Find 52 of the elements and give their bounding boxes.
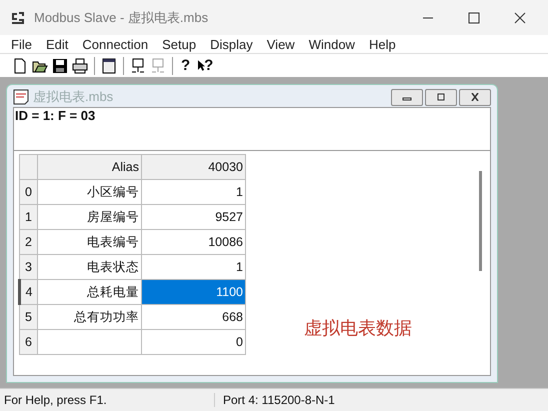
table-cell: 小区编号 (38, 180, 142, 204)
cursor-icon (198, 60, 206, 71)
menu-item[interactable]: Connection (75, 36, 156, 52)
table-cell: 总耗电量 (38, 280, 142, 304)
menu-item[interactable]: File (4, 36, 39, 52)
menu-item[interactable]: Edit (38, 36, 76, 52)
table-cell[interactable]: 1 (142, 180, 246, 204)
table-cell: 电表状态 (38, 254, 142, 280)
window-icon[interactable] (101, 58, 117, 74)
document-icon (13, 89, 29, 105)
menu-item[interactable]: Help (362, 36, 403, 52)
menu-item[interactable]: Display (203, 36, 260, 52)
table-cell: 电表编号 (38, 230, 142, 254)
window-title: Modbus Slave - 虚拟电表.mbs (34, 8, 208, 26)
table-cell: 总有功功率 (38, 304, 142, 330)
new-file-icon[interactable] (12, 58, 28, 74)
row-header: 2 (20, 230, 38, 254)
minimize-button[interactable] (391, 88, 423, 106)
child-window-title: 虚拟电表.mbs (33, 88, 114, 106)
table-cell[interactable]: 9527 (142, 204, 246, 230)
scrollbar-thumb[interactable] (479, 171, 482, 271)
port-status: Port 4: 115200-8-N-1 (214, 393, 335, 407)
menu-item[interactable]: Window (302, 36, 362, 52)
close-icon[interactable] (514, 12, 526, 24)
context-help-button[interactable]: ? (196, 56, 216, 74)
row-header: 0 (20, 180, 38, 204)
table-cell[interactable]: 1100 (142, 280, 246, 304)
table-cell[interactable]: 668 (142, 304, 246, 330)
slave-info: ID = 1: F = 03 (15, 108, 96, 123)
app-logo-icon (10, 10, 26, 26)
restore-button[interactable] (425, 88, 457, 106)
table-cell[interactable]: 10086 (142, 230, 246, 254)
menu-item[interactable]: View (260, 36, 302, 52)
menu-item[interactable]: Setup (155, 36, 204, 52)
table-cell[interactable]: 0 (142, 330, 246, 354)
connect-icon[interactable] (130, 58, 146, 74)
row-header: 4 (20, 280, 38, 304)
status-text: For Help, press F1. (3, 393, 108, 407)
maximize-icon[interactable] (468, 12, 480, 24)
printer-icon[interactable] (72, 58, 88, 74)
close-button[interactable] (459, 88, 491, 106)
close-icon (470, 93, 480, 101)
row-header: 3 (20, 254, 38, 280)
row-header: 6 (20, 330, 38, 354)
row-header: 5 (20, 304, 38, 330)
help-button[interactable]: ? (179, 56, 192, 74)
column-header: Alias (38, 154, 142, 180)
row-header: 1 (20, 204, 38, 230)
table-cell: 房屋编号 (38, 204, 142, 230)
column-header: 40030 (142, 154, 246, 180)
annotation-text: 虚拟电表数据 (304, 317, 412, 340)
restore-icon (436, 93, 446, 101)
